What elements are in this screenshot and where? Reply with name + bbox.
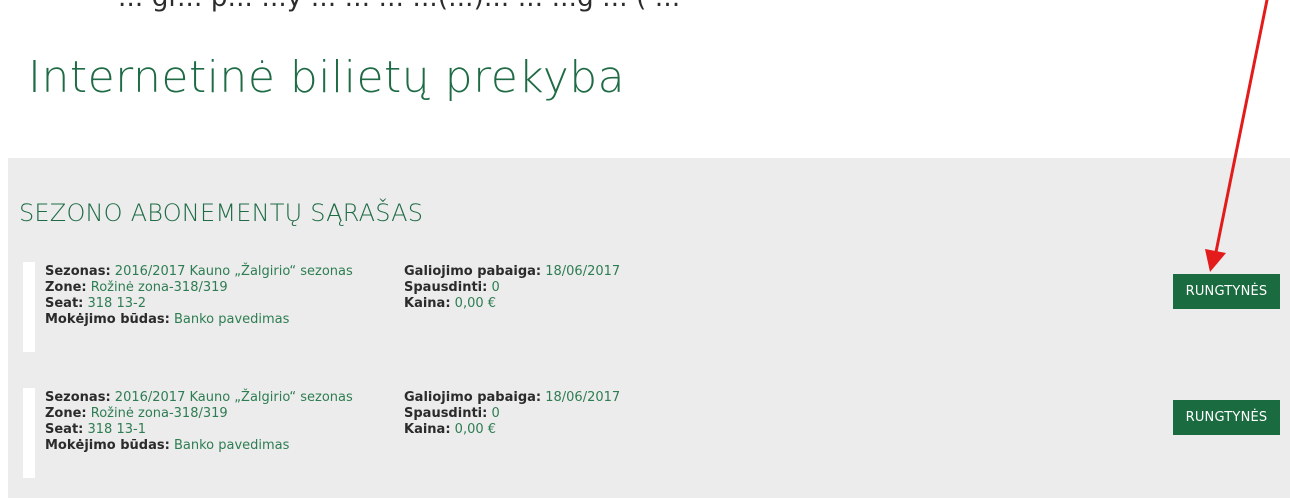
- price-value: 0,00 €: [454, 422, 497, 437]
- ticket-marker: [23, 262, 35, 352]
- season-tickets-panel: SEZONO ABONEMENTŲ SĄRAŠAS Sezonas: 2016/…: [8, 158, 1290, 498]
- payment-row: Mokėjimo būdas: Banko pavedimas: [45, 312, 353, 328]
- print-value: 0: [491, 280, 500, 295]
- season-value: 2016/2017 Kauno „Žalgirio“ sezonas: [114, 264, 353, 279]
- seat-row: Seat: 318 13-1: [45, 422, 353, 438]
- price-label: Kaina:: [404, 296, 451, 311]
- ticket-item: Sezonas: 2016/2017 Kauno „Žalgirio“ sezo…: [23, 262, 1283, 352]
- ticket-details-right: Galiojimo pabaiga: 18/06/2017 Spausdinti…: [404, 264, 620, 312]
- cropped-instruction-text: ... gr... p... ...y ... ... ... ...(...)…: [118, 0, 680, 13]
- season-label: Sezonas:: [45, 264, 111, 279]
- season-value: 2016/2017 Kauno „Žalgirio“ sezonas: [114, 390, 353, 405]
- zone-value: Rožinė zona-318/319: [90, 406, 228, 421]
- expiry-value: 18/06/2017: [545, 390, 621, 405]
- price-row: Kaina: 0,00 €: [404, 422, 620, 438]
- print-value: 0: [491, 406, 500, 421]
- ticket-details-left: Sezonas: 2016/2017 Kauno „Žalgirio“ sezo…: [45, 390, 353, 454]
- print-row: Spausdinti: 0: [404, 406, 620, 422]
- price-value: 0,00 €: [454, 296, 497, 311]
- print-label: Spausdinti:: [404, 406, 488, 421]
- season-row: Sezonas: 2016/2017 Kauno „Žalgirio“ sezo…: [45, 390, 353, 406]
- zone-value: Rožinė zona-318/319: [90, 280, 228, 295]
- payment-label: Mokėjimo būdas:: [45, 438, 170, 453]
- zone-row: Zone: Rožinė zona-318/319: [45, 280, 353, 296]
- print-row: Spausdinti: 0: [404, 280, 620, 296]
- price-label: Kaina:: [404, 422, 451, 437]
- page-title: Internetinė bilietų prekyba: [28, 52, 626, 103]
- payment-row: Mokėjimo būdas: Banko pavedimas: [45, 438, 353, 454]
- season-row: Sezonas: 2016/2017 Kauno „Žalgirio“ sezo…: [45, 264, 353, 280]
- expiry-label: Galiojimo pabaiga:: [404, 264, 542, 279]
- ticket-item: Sezonas: 2016/2017 Kauno „Žalgirio“ sezo…: [23, 388, 1283, 478]
- seat-label: Seat:: [45, 296, 84, 311]
- seat-label: Seat:: [45, 422, 84, 437]
- matches-button[interactable]: RUNGTYNĖS: [1173, 400, 1280, 435]
- zone-row: Zone: Rožinė zona-318/319: [45, 406, 353, 422]
- matches-button[interactable]: RUNGTYNĖS: [1173, 274, 1280, 309]
- ticket-details-left: Sezonas: 2016/2017 Kauno „Žalgirio“ sezo…: [45, 264, 353, 328]
- expiry-label: Galiojimo pabaiga:: [404, 390, 542, 405]
- zone-label: Zone:: [45, 280, 87, 295]
- ticket-details-right: Galiojimo pabaiga: 18/06/2017 Spausdinti…: [404, 390, 620, 438]
- expiry-value: 18/06/2017: [545, 264, 621, 279]
- payment-label: Mokėjimo būdas:: [45, 312, 170, 327]
- seat-row: Seat: 318 13-2: [45, 296, 353, 312]
- expiry-row: Galiojimo pabaiga: 18/06/2017: [404, 264, 620, 280]
- seat-value: 318 13-1: [87, 422, 146, 437]
- payment-value: Banko pavedimas: [173, 438, 290, 453]
- expiry-row: Galiojimo pabaiga: 18/06/2017: [404, 390, 620, 406]
- payment-value: Banko pavedimas: [173, 312, 290, 327]
- print-label: Spausdinti:: [404, 280, 488, 295]
- zone-label: Zone:: [45, 406, 87, 421]
- price-row: Kaina: 0,00 €: [404, 296, 620, 312]
- season-label: Sezonas:: [45, 390, 111, 405]
- ticket-marker: [23, 388, 35, 478]
- panel-title: SEZONO ABONEMENTŲ SĄRAŠAS: [19, 199, 424, 227]
- seat-value: 318 13-2: [87, 296, 146, 311]
